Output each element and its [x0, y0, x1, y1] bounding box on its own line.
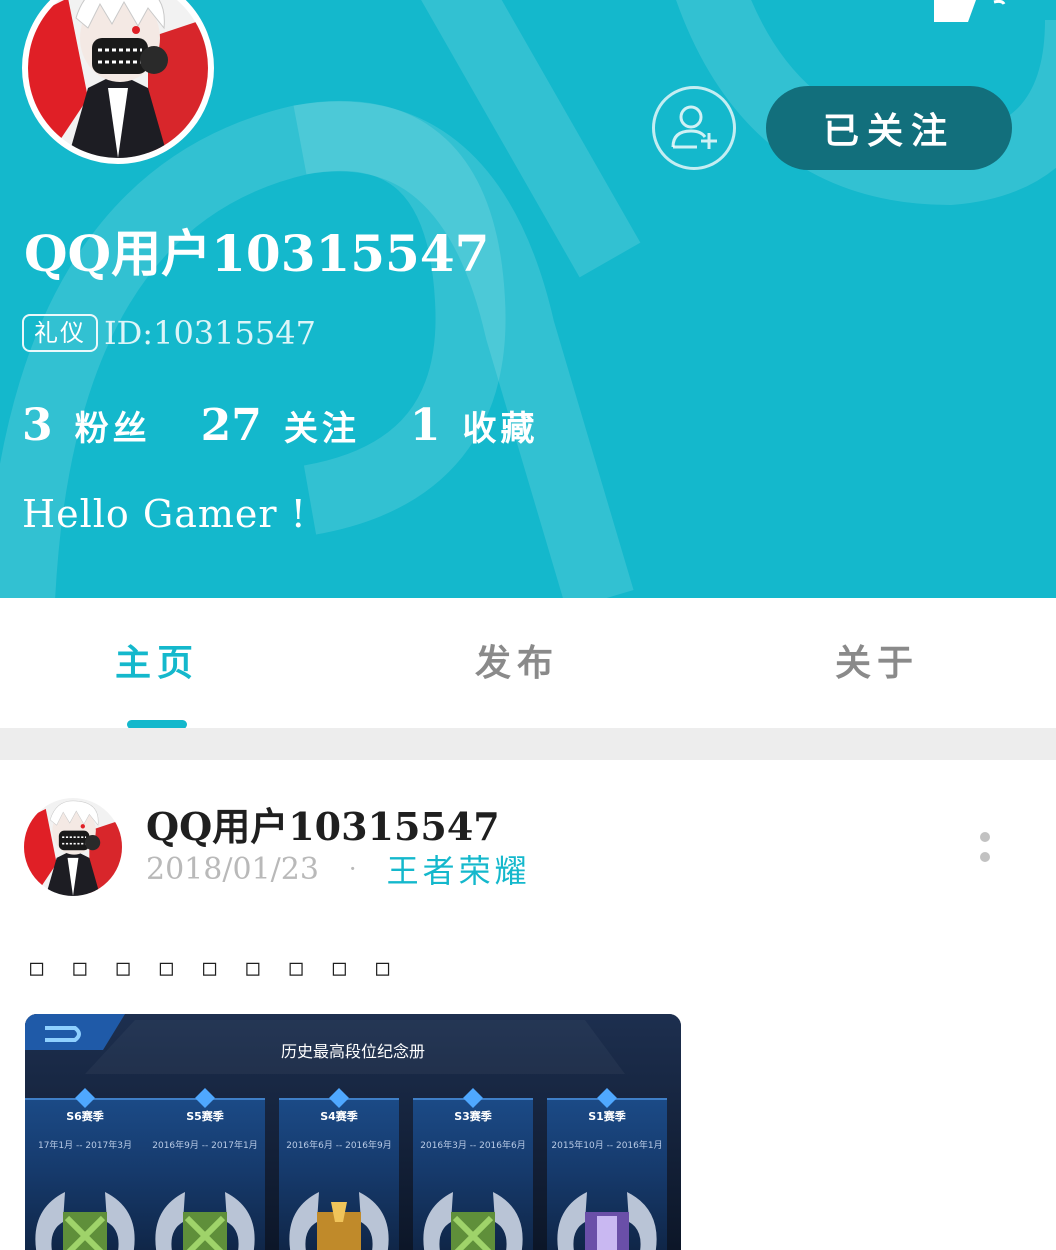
season-card: S5赛季 2016年9月 -- 2017年1月 — [145, 1088, 265, 1250]
profile-bio: Hello Gamer ! — [22, 492, 307, 536]
tab-about[interactable]: 关于 — [777, 634, 977, 686]
rank-badge-icon — [289, 1192, 389, 1250]
post-game-tag[interactable]: 王者荣耀 — [387, 846, 531, 892]
gem-icon — [463, 1088, 483, 1108]
season-range: 2016年3月 -- 2016年6月 — [420, 1141, 526, 1151]
rank-badge-icon — [557, 1192, 657, 1250]
stat-label: 收藏 — [462, 409, 539, 449]
profile-username: QQ用户10315547 — [24, 224, 490, 283]
gem-icon — [329, 1088, 349, 1108]
add-user-icon — [671, 105, 717, 149]
share-icon[interactable] — [932, 0, 1012, 26]
post-author-avatar[interactable] — [24, 798, 122, 896]
stat-value: 1 — [409, 400, 441, 451]
stat-following[interactable]: 27 关注 — [201, 400, 360, 451]
profile-tabs: 主页 发布 关于 — [0, 598, 1056, 728]
meta-separator: · — [348, 855, 357, 883]
profile-stats: 3 粉丝 27 关注 1 收藏 — [22, 400, 588, 451]
season-name: S5赛季 — [186, 1110, 224, 1123]
role-badge: 礼仪 — [22, 314, 98, 352]
season-name: S3赛季 — [454, 1110, 492, 1123]
season-range: 2016年9月 -- 2017年1月 — [152, 1141, 258, 1151]
section-divider — [0, 728, 1056, 760]
stat-label: 粉丝 — [74, 409, 151, 449]
season-name: S4赛季 — [320, 1110, 358, 1123]
season-card: S3赛季 2016年3月 -- 2016年6月 — [413, 1088, 533, 1250]
post-meta: 2018/01/23 · 王者荣耀 — [146, 846, 531, 892]
season-range: 2016年6月 -- 2016年9月 — [286, 1141, 392, 1151]
rank-badge-icon — [35, 1192, 135, 1250]
season-card: S4赛季 2016年6月 -- 2016年9月 — [279, 1088, 399, 1250]
stat-label: 关注 — [283, 409, 360, 449]
stat-followers[interactable]: 3 粉丝 — [22, 400, 151, 451]
post-text: □□□□□□□□□ — [30, 956, 420, 981]
post-image[interactable]: 历史最高段位纪念册 S6赛季 17年1月 -- 2017年3月 S5赛季 201… — [25, 1014, 681, 1250]
add-friend-button[interactable] — [652, 86, 736, 170]
post-card: QQ用户10315547 2018/01/23 · 王者荣耀 □□□□□□□□□… — [0, 760, 1056, 1250]
profile-header: 已关注 QQ用户10315547 礼仪 ID:10315547 3 粉丝 27 … — [0, 0, 1056, 598]
season-name: S1赛季 — [588, 1110, 626, 1123]
stat-value: 27 — [200, 400, 262, 451]
follow-button[interactable]: 已关注 — [766, 86, 1012, 170]
rank-badge-icon — [423, 1192, 523, 1250]
more-options-icon[interactable] — [970, 826, 1000, 876]
post-author-name[interactable]: QQ用户10315547 — [146, 796, 500, 851]
stat-favorites[interactable]: 1 收藏 — [410, 400, 539, 451]
season-card: S6赛季 17年1月 -- 2017年3月 — [25, 1088, 145, 1250]
season-range: 2015年10月 -- 2016年1月 — [551, 1141, 663, 1151]
tab-posts[interactable]: 发布 — [417, 634, 617, 686]
gem-icon — [75, 1088, 95, 1108]
stat-value: 3 — [22, 400, 53, 451]
user-id: ID:10315547 — [104, 314, 316, 352]
season-card: S1赛季 2015年10月 -- 2016年1月 — [547, 1088, 667, 1250]
image-title: 历史最高段位纪念册 — [280, 1042, 425, 1061]
gem-icon — [195, 1088, 215, 1108]
season-range: 17年1月 -- 2017年3月 — [37, 1141, 133, 1151]
season-name: S6赛季 — [66, 1110, 104, 1123]
rank-badge-icon — [155, 1192, 255, 1250]
post-date: 2018/01/23 — [146, 851, 319, 887]
tab-home[interactable]: 主页 — [57, 634, 257, 686]
gem-icon — [597, 1088, 617, 1108]
